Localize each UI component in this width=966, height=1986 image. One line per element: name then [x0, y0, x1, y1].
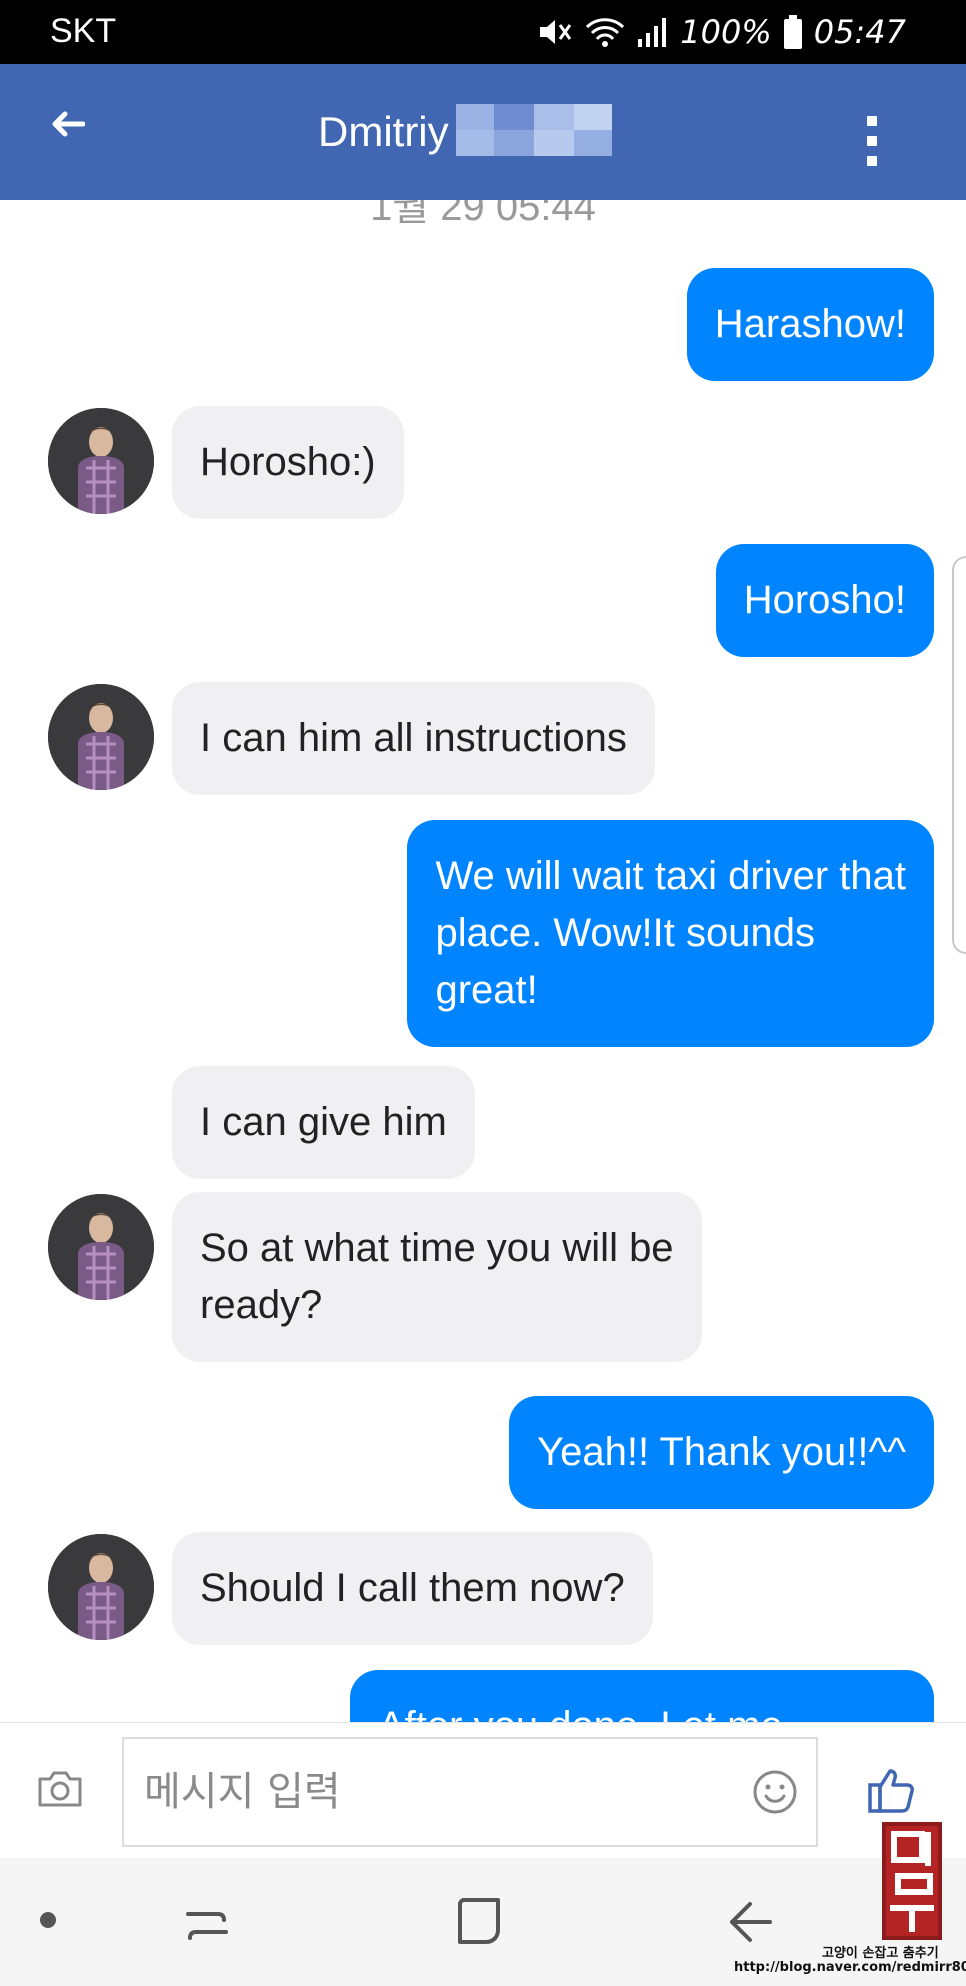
arrow-left-icon — [52, 111, 85, 137]
contact-avatar[interactable] — [48, 1194, 154, 1300]
message-sent[interactable]: Yeah!! Thank you!!^^ — [509, 1396, 934, 1509]
nav-back-button[interactable] — [726, 1898, 774, 1953]
message-text: Horosho! — [743, 578, 906, 622]
battery-icon — [782, 12, 804, 52]
camera-icon — [38, 1771, 82, 1807]
message-sent[interactable]: Harashow! — [686, 268, 934, 381]
message-line: place. Wow!It sounds — [435, 911, 815, 955]
contact-avatar[interactable] — [48, 1534, 154, 1640]
dot-icon[interactable] — [40, 1912, 56, 1928]
message-line: great! — [435, 968, 538, 1012]
emoji-button[interactable] — [752, 1769, 798, 1815]
chat-header: Dmitriy — [0, 64, 966, 200]
message-received[interactable]: Horosho:) — [172, 406, 404, 519]
watermark-logo — [876, 1818, 948, 1940]
message-input[interactable] — [122, 1737, 818, 1847]
message-received[interactable]: So at what time you will be ready? — [172, 1192, 702, 1362]
back-icon — [730, 1902, 772, 1942]
thumbs-up-icon — [868, 1769, 914, 1813]
camera-button[interactable] — [36, 1767, 84, 1811]
emoji-icon — [753, 1770, 797, 1814]
battery-percent: 100% — [680, 13, 772, 51]
message-sent[interactable]: After you done, Let me — [350, 1670, 934, 1722]
status-bar: SKT 100% 05:47 — [0, 0, 966, 64]
scrollbar-handle[interactable] — [952, 556, 966, 954]
recents-button[interactable] — [184, 1900, 230, 1951]
message-received[interactable]: Should I call them now? — [172, 1532, 653, 1645]
message-received[interactable]: I can give him — [172, 1066, 475, 1179]
message-sent[interactable]: Horosho! — [715, 544, 934, 657]
message-text: Harashow! — [714, 302, 906, 346]
message-received[interactable]: I can him all instructions — [172, 682, 655, 795]
message-text: Yeah!! Thank you!!^^ — [537, 1430, 906, 1474]
recents-icon — [186, 1912, 228, 1940]
signal-icon — [636, 12, 670, 52]
message-timestamp: 1월 29 05:44 — [370, 200, 596, 229]
more-vertical-icon — [867, 116, 877, 126]
wifi-icon — [584, 12, 626, 52]
home-icon — [458, 1898, 500, 1944]
message-text: I can give him — [200, 1100, 447, 1144]
message-sent[interactable]: We will wait taxi driver that place. Wow… — [407, 820, 934, 1047]
watermark-url: http://blog.naver.com/redmirr80 — [734, 1960, 966, 1975]
message-text: Should I call them now? — [200, 1566, 625, 1610]
name-redaction — [456, 104, 612, 156]
clock: 05:47 — [813, 13, 906, 51]
message-text: Horosho:) — [200, 440, 376, 484]
back-button[interactable] — [44, 100, 92, 148]
conversation[interactable]: 1월 29 05:44 Harashow! Horosho:) Horosho!… — [0, 200, 966, 1722]
contact-avatar[interactable] — [48, 408, 154, 514]
message-line: ready? — [200, 1283, 323, 1327]
like-button[interactable] — [866, 1763, 918, 1815]
watermark-caption: 고양이 손잡고 춤추기 — [822, 1946, 939, 1961]
message-text: I can him all instructions — [200, 716, 627, 760]
message-text: After you done, Let me — [378, 1704, 783, 1722]
contact-avatar[interactable] — [48, 684, 154, 790]
carrier-label: SKT — [50, 12, 117, 50]
message-composer — [0, 1722, 966, 1858]
message-line: We will wait taxi driver that — [435, 854, 906, 898]
mute-icon — [536, 12, 574, 52]
home-button[interactable] — [456, 1896, 504, 1951]
more-options-button[interactable] — [854, 116, 890, 166]
contact-name[interactable]: Dmitriy — [318, 108, 449, 156]
status-icons: 100% 05:47 — [536, 10, 906, 54]
message-line: So at what time you will be — [200, 1226, 674, 1270]
